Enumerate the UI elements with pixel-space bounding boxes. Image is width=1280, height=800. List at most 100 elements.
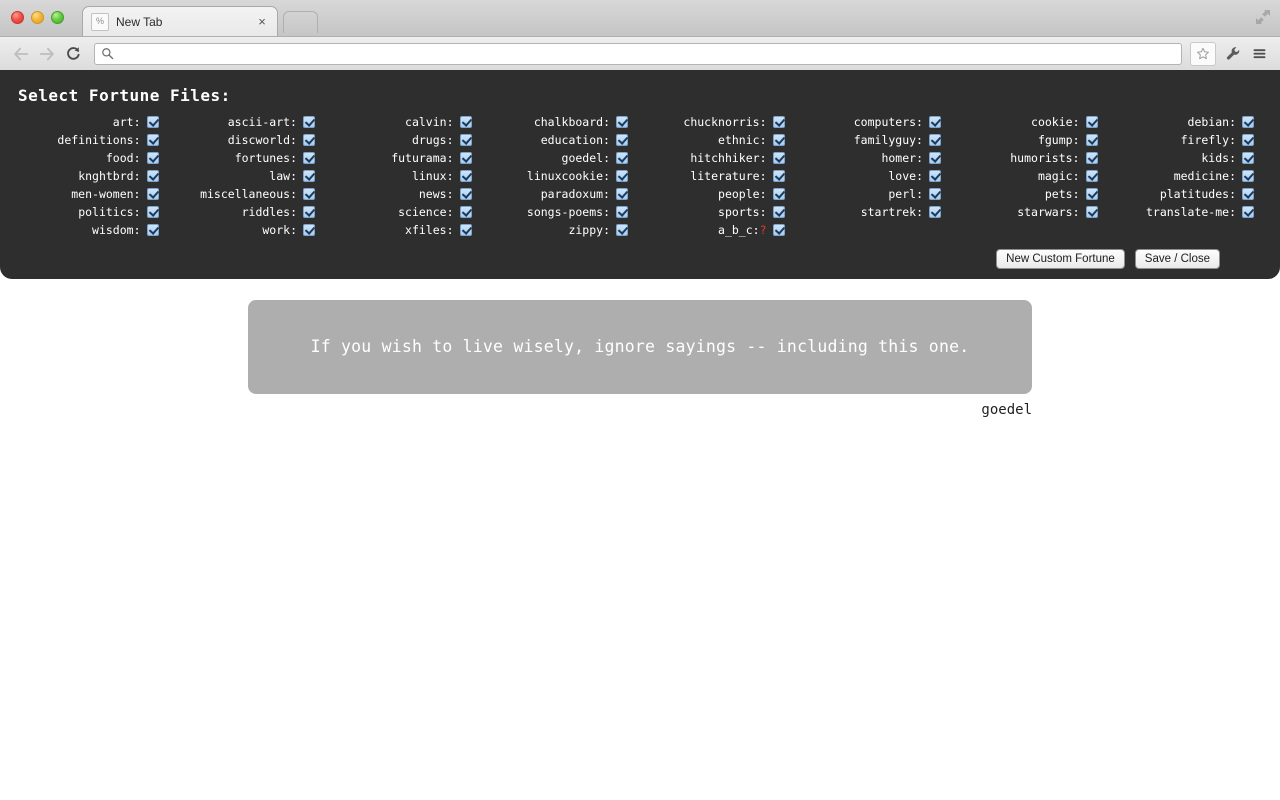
fortune-file-item[interactable]: cookie: [953,113,1110,131]
fortune-file-checkbox[interactable] [459,152,472,164]
reload-icon[interactable] [60,41,86,67]
window-minimize-button[interactable] [31,11,44,24]
fortune-file-checkbox[interactable] [929,170,941,182]
fortune-file-item[interactable]: art: [14,113,171,131]
fortune-file-checkbox[interactable] [772,224,785,236]
fortune-file-checkbox[interactable] [929,152,941,164]
fortune-file-checkbox[interactable] [616,134,628,146]
fortune-file-checkbox[interactable] [929,134,941,146]
fortune-file-checkbox[interactable] [772,170,785,182]
fortune-file-checkbox[interactable] [303,206,315,218]
fortune-file-item[interactable]: law: [171,167,328,185]
fortune-file-checkbox[interactable] [616,188,628,200]
fortune-file-item[interactable]: riddles: [171,203,328,221]
fortune-file-item[interactable]: a_b_c:? [640,221,797,239]
fortune-file-checkbox[interactable] [616,116,628,128]
fortune-file-checkbox[interactable] [772,188,785,200]
fortune-file-checkbox[interactable] [616,170,628,182]
fortune-file-item[interactable]: food: [14,149,171,167]
fortune-file-item[interactable]: miscellaneous: [171,185,328,203]
fortune-file-checkbox[interactable] [146,206,159,218]
fortune-file-checkbox[interactable] [772,152,785,164]
fortune-file-checkbox[interactable] [1242,170,1254,182]
fortune-file-item[interactable]: education: [484,131,641,149]
back-arrow-icon[interactable] [8,41,34,67]
fortune-file-item[interactable]: ascii-art: [171,113,328,131]
fortune-file-checkbox[interactable] [1085,170,1098,182]
fortune-file-checkbox[interactable] [1085,206,1098,218]
new-tab-button[interactable] [283,11,318,33]
fortune-file-checkbox[interactable] [1242,206,1254,218]
fortune-file-checkbox[interactable] [616,206,628,218]
fortune-file-checkbox[interactable] [303,152,315,164]
fortune-file-checkbox[interactable] [459,206,472,218]
fortune-file-checkbox[interactable] [772,206,785,218]
hamburger-menu-icon[interactable] [1246,41,1272,67]
fortune-file-item[interactable]: debian: [1110,113,1267,131]
fortune-file-checkbox[interactable] [303,170,315,182]
fortune-file-checkbox[interactable] [146,224,159,236]
fortune-file-item[interactable]: discworld: [171,131,328,149]
fortune-file-item[interactable]: love: [797,167,954,185]
fortune-file-item[interactable]: zippy: [484,221,641,239]
fortune-file-item[interactable]: firefly: [1110,131,1267,149]
fortune-file-item[interactable]: xfiles: [327,221,484,239]
wrench-icon[interactable] [1220,41,1246,67]
fortune-file-checkbox[interactable] [146,170,159,182]
fortune-file-checkbox[interactable] [303,188,315,200]
fortune-file-checkbox[interactable] [929,116,941,128]
fortune-file-item[interactable]: homer: [797,149,954,167]
fortune-file-item[interactable]: sports: [640,203,797,221]
fortune-file-checkbox[interactable] [146,116,159,128]
fortune-file-item[interactable]: work: [171,221,328,239]
fortune-file-item[interactable]: people: [640,185,797,203]
fortune-file-checkbox[interactable] [616,224,628,236]
fortune-file-checkbox[interactable] [146,152,159,164]
fortune-file-checkbox[interactable] [1242,116,1254,128]
new-custom-fortune-button[interactable]: New Custom Fortune [996,249,1125,269]
address-bar[interactable] [94,42,1182,65]
fortune-file-checkbox[interactable] [772,134,785,146]
fortune-file-item[interactable]: hitchhiker: [640,149,797,167]
fortune-file-item[interactable]: kids: [1110,149,1267,167]
fortune-file-item[interactable]: fgump: [953,131,1110,149]
fortune-file-item[interactable]: medicine: [1110,167,1267,185]
window-maximize-button[interactable] [51,11,64,24]
fortune-file-item[interactable]: politics: [14,203,171,221]
window-close-button[interactable] [11,11,24,24]
fortune-file-checkbox[interactable] [1085,152,1098,164]
fortune-file-item[interactable]: men-women: [14,185,171,203]
fortune-file-item[interactable]: startrek: [797,203,954,221]
fortune-file-checkbox[interactable] [303,116,315,128]
fortune-file-checkbox[interactable] [929,188,941,200]
fortune-file-checkbox[interactable] [303,134,315,146]
fortune-file-item[interactable]: calvin: [327,113,484,131]
fortune-file-item[interactable]: linuxcookie: [484,167,641,185]
fortune-file-item[interactable]: goedel: [484,149,641,167]
fortune-file-checkbox[interactable] [1085,188,1098,200]
fortune-file-item[interactable]: futurama: [327,149,484,167]
fortune-file-item[interactable]: linux: [327,167,484,185]
fortune-file-item[interactable]: songs-poems: [484,203,641,221]
fortune-file-checkbox[interactable] [1085,116,1098,128]
fortune-file-item[interactable]: platitudes: [1110,185,1267,203]
fortune-file-item[interactable]: news: [327,185,484,203]
tab-close-icon[interactable]: × [255,15,269,28]
fortune-file-item[interactable]: science: [327,203,484,221]
fortune-file-checkbox[interactable] [146,134,159,146]
fortune-file-item[interactable]: chalkboard: [484,113,641,131]
fortune-file-item[interactable]: knghtbrd: [14,167,171,185]
fortune-file-checkbox[interactable] [1242,188,1254,200]
forward-arrow-icon[interactable] [34,41,60,67]
star-icon[interactable] [1190,41,1216,66]
fortune-file-item[interactable]: humorists: [953,149,1110,167]
address-input[interactable] [119,45,1175,62]
fortune-file-item[interactable]: drugs: [327,131,484,149]
fortune-file-item[interactable]: familyguy: [797,131,954,149]
fortune-file-checkbox[interactable] [929,206,941,218]
fortune-file-item[interactable]: paradoxum: [484,185,641,203]
fortune-file-item[interactable]: computers: [797,113,954,131]
fortune-file-checkbox[interactable] [146,188,159,200]
fortune-file-checkbox[interactable] [459,170,472,182]
fortune-file-checkbox[interactable] [459,188,472,200]
